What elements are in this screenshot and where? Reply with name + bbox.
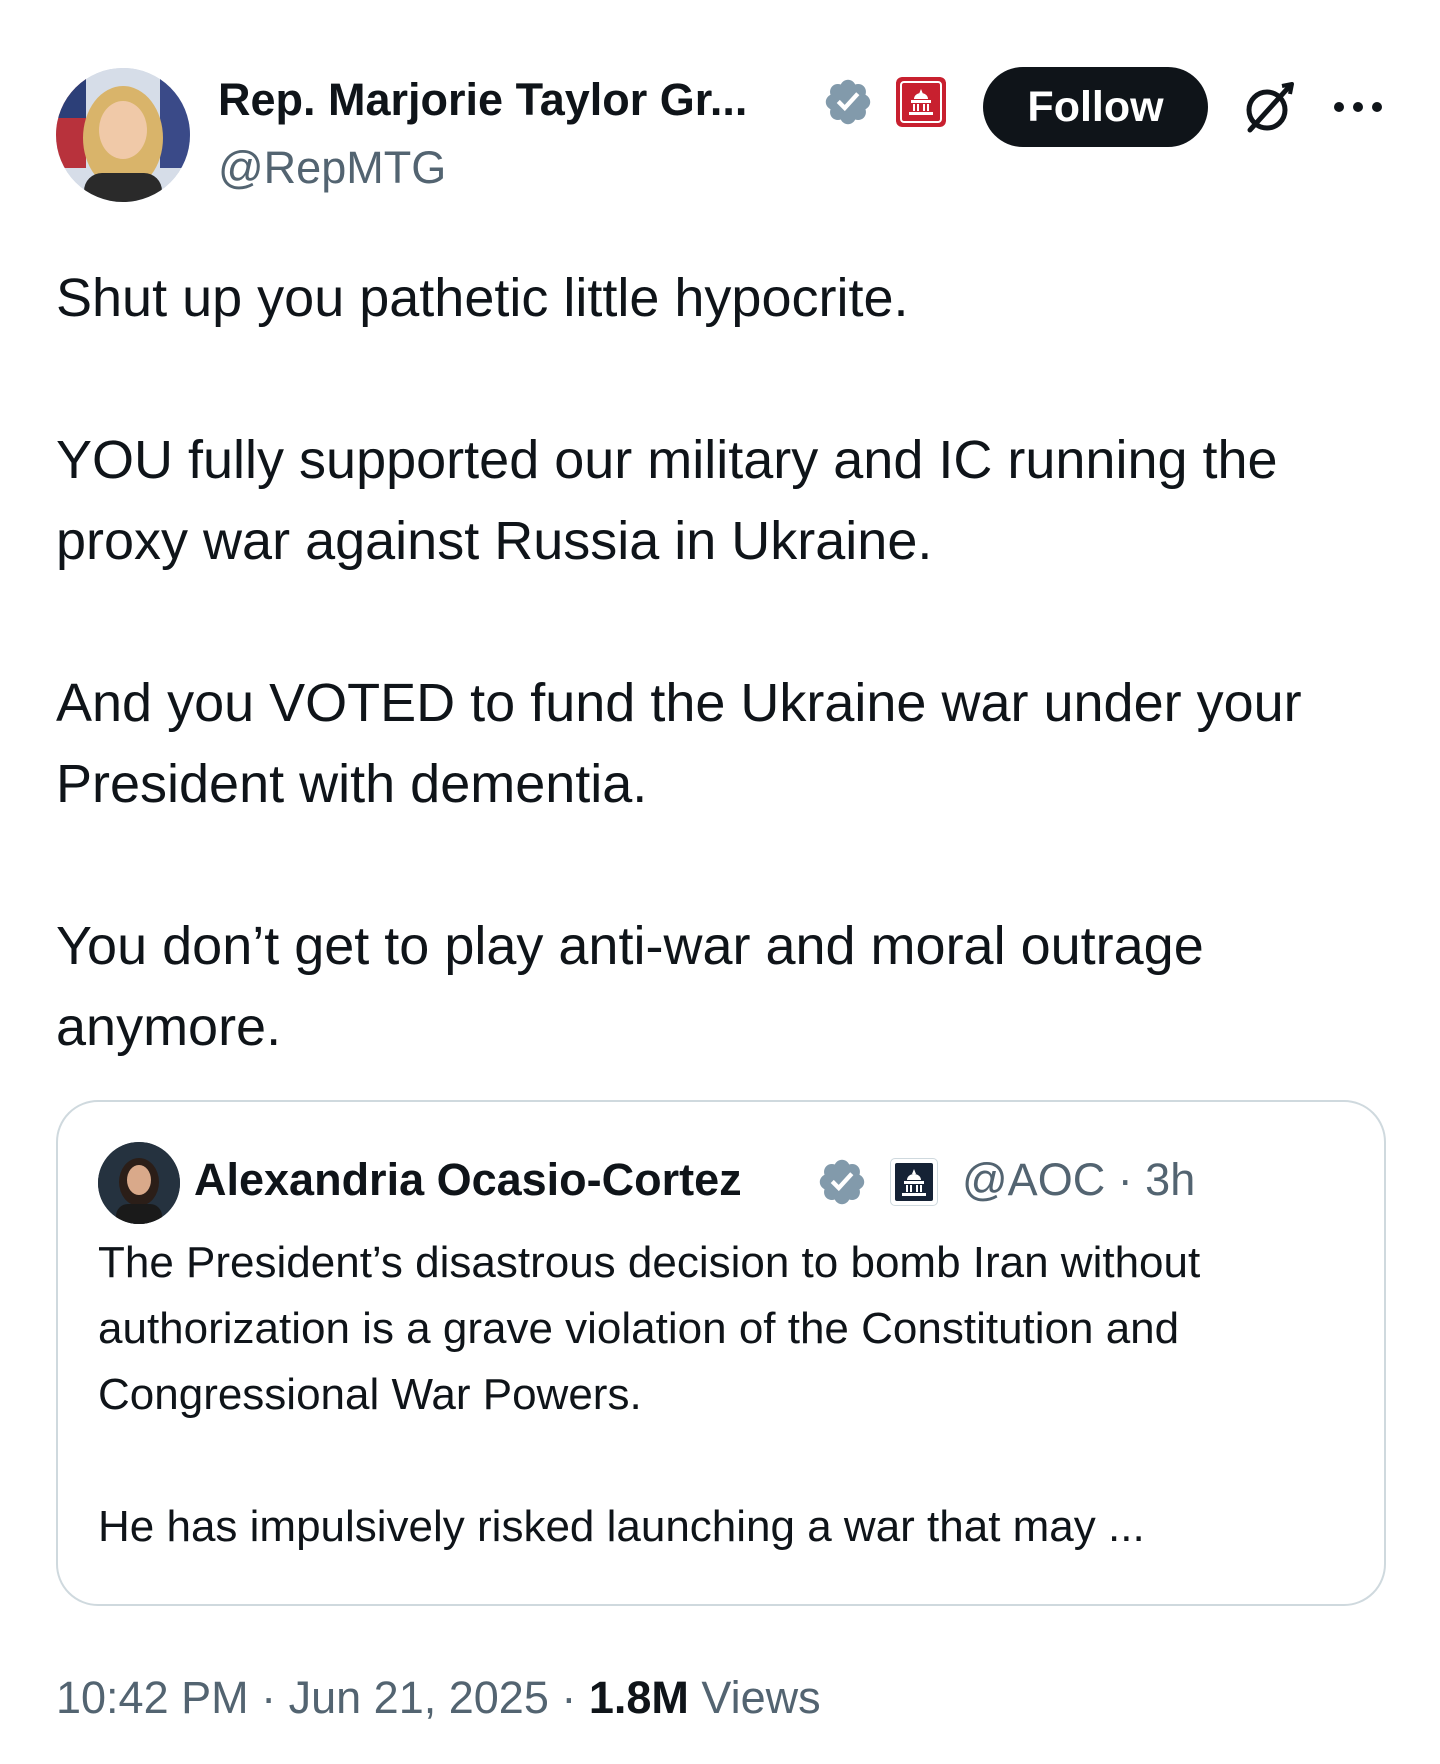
tweet-paragraph: YOU fully supported our military and IC … xyxy=(56,430,1278,571)
house-democrats-capitol-icon xyxy=(890,1158,938,1206)
quoted-tweet-card[interactable]: Alexandria Ocasio-Cortez @AOC · 3h The P… xyxy=(56,1100,1386,1606)
tweet-time[interactable]: 10:42 PM xyxy=(56,1672,249,1723)
house-gop-capitol-icon xyxy=(896,77,946,127)
tweet-date[interactable]: Jun 21, 2025 xyxy=(289,1672,549,1723)
quoted-author-avatar[interactable] xyxy=(98,1142,180,1224)
quoted-avatar-image xyxy=(98,1142,180,1224)
quoted-tweet-text: The President’s disastrous decision to b… xyxy=(98,1230,1348,1560)
tweet-paragraph: And you VOTED to fund the Ukraine war un… xyxy=(56,673,1302,814)
avatar-image xyxy=(56,68,190,202)
quoted-paragraph: He has impulsively risked launching a wa… xyxy=(98,1502,1145,1551)
quoted-paragraph: The President’s disastrous decision to b… xyxy=(98,1238,1201,1419)
views-count: 1.8M xyxy=(588,1672,689,1723)
author-avatar[interactable] xyxy=(56,68,190,202)
quoted-author-name[interactable]: Alexandria Ocasio-Cortez xyxy=(194,1154,742,1206)
tweet[interactable]: Rep. Marjorie Taylor Gr... @RepMTG Follo… xyxy=(0,0,1440,1764)
tweet-paragraph: Shut up you pathetic little hypocrite. xyxy=(56,268,909,328)
verified-badge-icon xyxy=(819,1159,865,1205)
verified-badge-icon xyxy=(825,79,871,125)
tweet-meta: 10:42 PM · Jun 21, 2025 · 1.8M Views xyxy=(56,1672,821,1724)
meta-separator: · xyxy=(248,1672,289,1723)
grok-icon[interactable] xyxy=(1238,78,1298,138)
views-label: Views xyxy=(701,1672,821,1723)
follow-button[interactable]: Follow xyxy=(983,67,1208,147)
author-handle[interactable]: @RepMTG xyxy=(218,142,446,194)
meta-separator: · xyxy=(548,1672,589,1723)
tweet-paragraph: You don’t get to play anti-war and moral… xyxy=(56,916,1204,1057)
author-name[interactable]: Rep. Marjorie Taylor Gr... xyxy=(218,74,747,126)
quoted-handle-time[interactable]: @AOC · 3h xyxy=(962,1154,1195,1206)
tweet-text: Shut up you pathetic little hypocrite. Y… xyxy=(56,258,1396,1068)
more-icon[interactable] xyxy=(1332,96,1384,118)
